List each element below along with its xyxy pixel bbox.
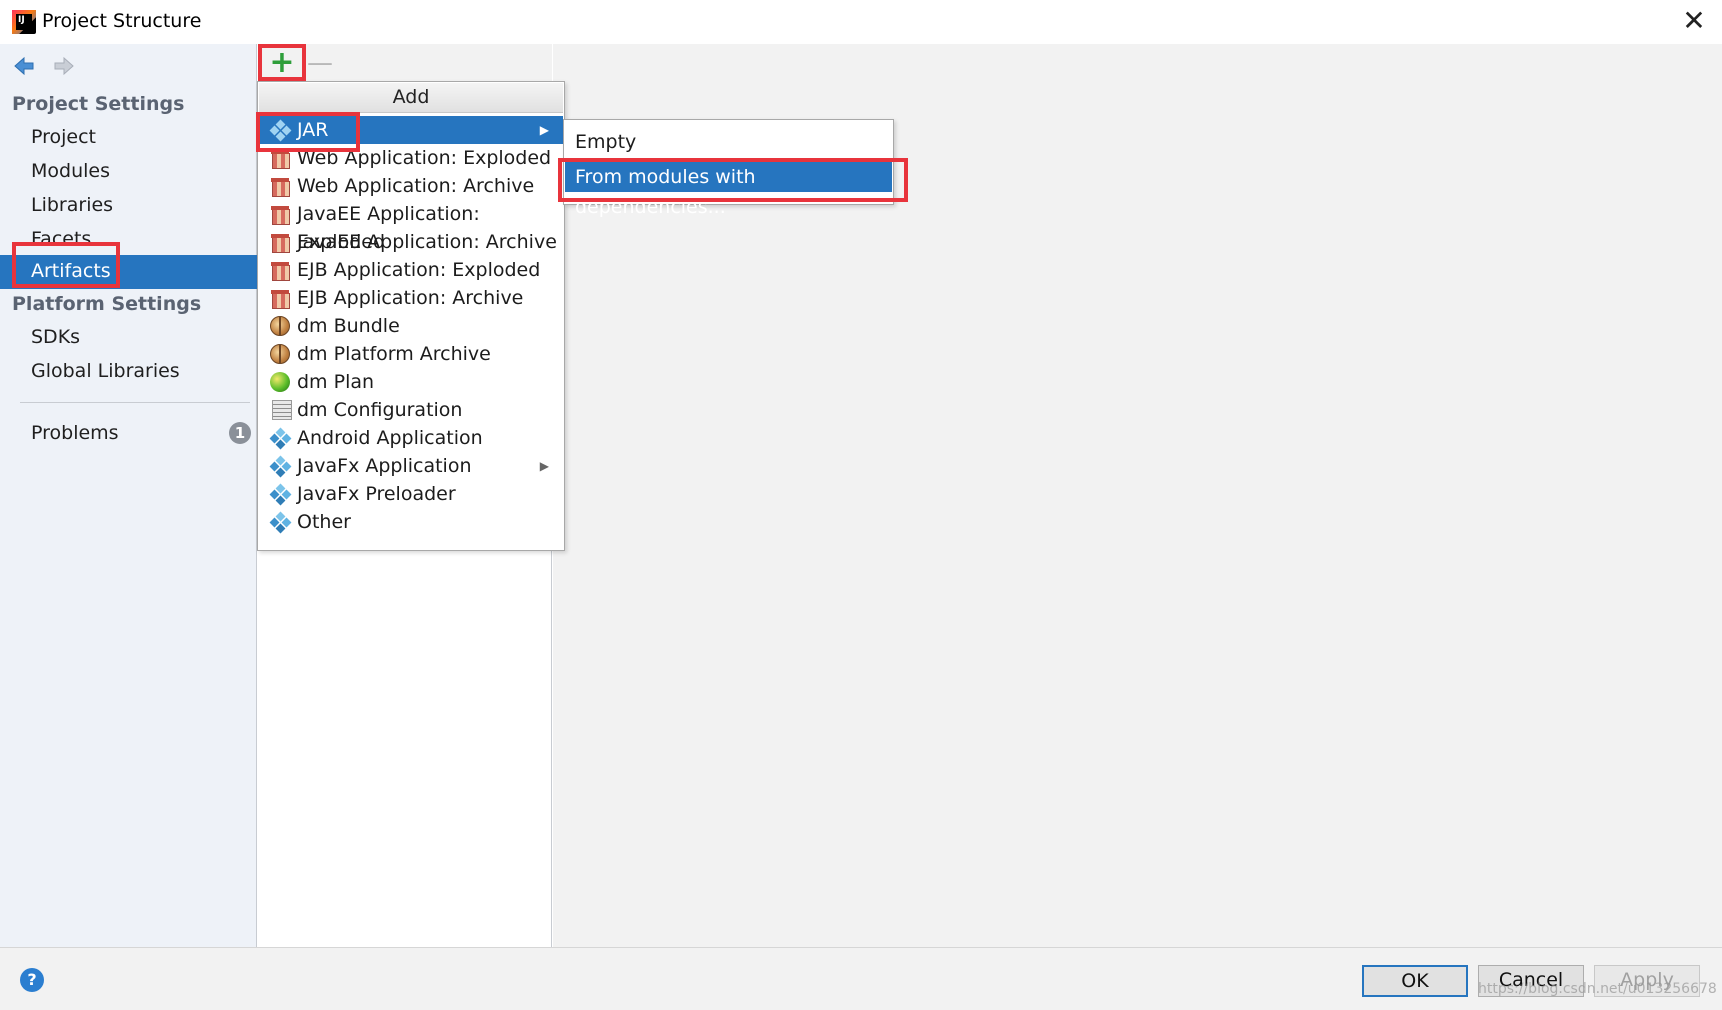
menu-item-label: Android Application [297,427,483,449]
add-menu-header: Add [259,83,563,113]
ok-button[interactable]: OK [1362,965,1468,997]
sidebar-item-sdks[interactable]: SDKs [0,321,257,355]
problems-count-badge: 1 [229,422,251,444]
menu-item-android-app[interactable]: Android Application [259,424,563,452]
menu-item-ejb-exploded[interactable]: EJB Application: Exploded [259,256,563,284]
menu-item-label: dm Configuration [297,399,463,421]
help-icon[interactable]: ? [20,968,44,992]
title-bar: IJ Project Structure ✕ [0,0,1722,44]
back-arrow-icon[interactable] [12,54,36,78]
sidebar-item-problems[interactable]: Problems 1 [0,417,257,451]
bundle-icon [270,344,290,364]
bundle-icon [270,316,290,336]
diamond-icon [269,455,292,478]
highlight-jar-item [256,112,360,152]
dialog-button-bar: ? OK Cancel Apply https://blog.csdn.net/… [0,947,1722,1010]
watermark-text: https://blog.csdn.net/u013256678 [1478,981,1717,997]
diamond-icon [269,511,292,534]
menu-item-label: EJB Application: Exploded [297,259,541,281]
sidebar-item-global-libraries[interactable]: Global Libraries [0,355,257,389]
plan-icon [270,372,290,392]
intellij-app-icon: IJ [12,10,36,34]
submenu-arrow-icon: ▶ [539,123,549,137]
sidebar-item-libraries[interactable]: Libraries [0,189,257,223]
submenu-item-empty[interactable]: Empty [565,127,892,157]
window-title: Project Structure [42,10,202,32]
menu-item-javaee-archive[interactable]: JavaEE Application: Archive [259,228,563,256]
project-settings-header: Project Settings [12,93,185,115]
document-icon [272,400,292,420]
menu-item-label: JavaFx Application [297,455,472,477]
menu-item-label: EJB Application: Archive [297,287,524,309]
close-icon[interactable]: ✕ [1678,6,1710,38]
sidebar-divider [20,402,250,403]
menu-item-label: Other [297,511,351,533]
menu-item-javaee-exploded[interactable]: JavaEE Application: Exploded [259,200,563,253]
sidebar-item-modules[interactable]: Modules [0,155,257,189]
menu-item-label: Web Application: Archive [297,175,535,197]
menu-item-label: dm Bundle [297,315,400,337]
submenu-arrow-icon: ▶ [539,459,549,473]
menu-item-label: dm Plan [297,371,375,393]
menu-item-javafx-app[interactable]: JavaFx Application ▶ [259,452,563,480]
menu-item-label: JavaEE Application: Archive [297,231,557,253]
diamond-icon [269,427,292,450]
menu-item-dm-platform-archive[interactable]: dm Platform Archive [259,340,563,368]
highlight-add-button [258,44,306,81]
menu-item-web-app-archive[interactable]: Web Application: Archive [259,172,563,200]
highlight-artifacts-item [12,242,120,288]
gift-icon [270,176,290,197]
diamond-icon [269,483,292,506]
remove-artifact-button[interactable]: — [306,48,334,80]
gift-icon [270,288,290,309]
menu-item-label: dm Platform Archive [297,343,491,365]
forward-arrow-icon[interactable] [52,54,76,78]
gift-icon [270,260,290,281]
menu-item-dm-plan[interactable]: dm Plan [259,368,563,396]
menu-item-other[interactable]: Other [259,508,563,536]
menu-item-label: JavaFx Preloader [297,483,456,505]
problems-label: Problems [31,422,119,444]
menu-item-dm-configuration[interactable]: dm Configuration [259,396,563,424]
platform-settings-header: Platform Settings [12,293,202,315]
highlight-from-modules-item [558,158,908,202]
sidebar-item-project[interactable]: Project [0,121,257,155]
gift-icon [270,232,290,253]
menu-item-javafx-preloader[interactable]: JavaFx Preloader [259,480,563,508]
menu-item-ejb-archive[interactable]: EJB Application: Archive [259,284,563,312]
gift-icon [270,204,290,225]
settings-sidebar: Project Settings Project Modules Librari… [0,44,257,947]
menu-item-dm-bundle[interactable]: dm Bundle [259,312,563,340]
